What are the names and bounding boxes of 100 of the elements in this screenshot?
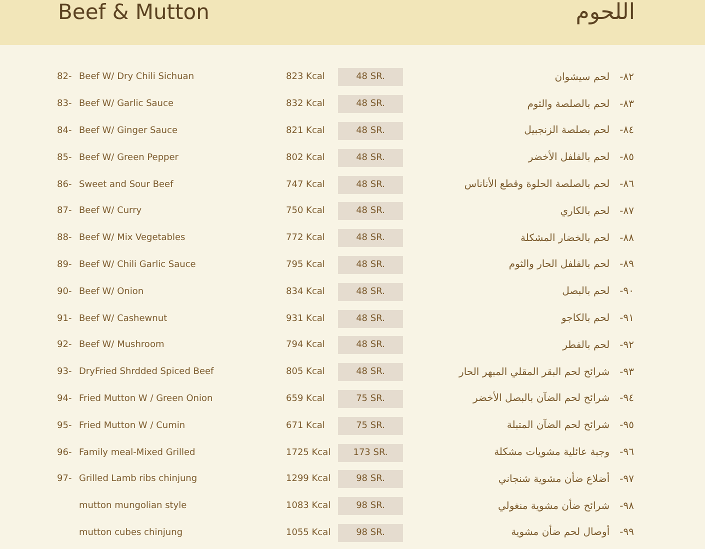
item-number-arabic: -٩٦ bbox=[620, 447, 634, 458]
item-price: 75 SR. bbox=[338, 390, 403, 408]
item-name: Beef W/ Green Pepper bbox=[79, 152, 180, 163]
item-number-arabic: -٨٢ bbox=[620, 72, 634, 83]
item-name: Beef W/ Dry Chili Sichuan bbox=[79, 72, 196, 82]
item-number: 84- bbox=[57, 126, 73, 136]
item-price: 75 SR. bbox=[338, 416, 403, 435]
item-number: 87- bbox=[57, 206, 73, 216]
item-number: 85- bbox=[57, 152, 73, 163]
item-name: Grilled Lamb ribs chinjung bbox=[79, 474, 198, 484]
item-number-arabic: -٩٨ bbox=[620, 500, 634, 512]
item-calories: 659 Kcal bbox=[286, 394, 326, 404]
item-name: mutton mungolian style bbox=[79, 501, 188, 512]
item-number-arabic: -٨٨ bbox=[620, 232, 634, 244]
item-calories: 1299 Kcal bbox=[286, 474, 332, 484]
item-number: 93- bbox=[57, 367, 73, 378]
item-name: Beef W/ Ginger Sauce bbox=[79, 126, 178, 136]
item-name: Beef W/ Cashewnut bbox=[79, 314, 168, 324]
item-name-arabic: لحم بالفلفل الأخضر bbox=[528, 152, 610, 164]
item-number-arabic: -٩٤ bbox=[620, 393, 634, 404]
item-number-arabic: -٨٤ bbox=[620, 125, 634, 136]
item-calories: 834 Kcal bbox=[286, 286, 326, 297]
item-name: Fried Mutton W / Cumin bbox=[79, 420, 186, 431]
item-calories: 802 Kcal bbox=[286, 152, 326, 163]
item-name: Beef W/ Curry bbox=[79, 206, 143, 216]
item-name-arabic: أضلاع ضأن مشوية شنجاني bbox=[498, 474, 610, 485]
item-number-arabic: -٨٩ bbox=[620, 259, 634, 270]
item-name-arabic: لحم بصلصة الزنجبيل bbox=[524, 125, 610, 136]
item-calories: 1055 Kcal bbox=[286, 528, 332, 538]
item-price: 48 SR. bbox=[338, 336, 403, 354]
item-price: 48 SR. bbox=[338, 282, 403, 301]
item-price: 48 SR. bbox=[338, 256, 403, 274]
item-number-arabic: -٩٧ bbox=[620, 474, 634, 485]
item-number-arabic: -٩٣ bbox=[620, 366, 634, 378]
item-number-arabic: -٩٠ bbox=[620, 286, 634, 298]
item-calories: 772 Kcal bbox=[286, 233, 326, 244]
item-number: 82- bbox=[57, 72, 73, 82]
item-name-arabic: لحم بالصلصة الحلوة وقطع الأناناس bbox=[464, 179, 610, 190]
item-number: 97- bbox=[57, 474, 73, 484]
item-name-arabic: وجبة عائلية مشويات مشكلة bbox=[494, 447, 610, 458]
item-name: Beef W/ Chili Garlic Sauce bbox=[79, 260, 197, 270]
item-name: Beef W/ Mushroom bbox=[79, 340, 166, 350]
item-number-arabic: -٨٣ bbox=[620, 98, 634, 110]
item-price: 48 SR. bbox=[338, 176, 403, 194]
item-name: Sweet and Sour Beef bbox=[79, 180, 174, 190]
item-name-arabic: أوصال لحم ضأن مشوية bbox=[511, 527, 610, 538]
item-number-arabic: -٩٥ bbox=[620, 420, 634, 432]
item-calories: 747 Kcal bbox=[286, 180, 326, 190]
item-calories: 1083 Kcal bbox=[286, 501, 332, 512]
item-name-arabic: لحم بالصلصة والثوم bbox=[527, 98, 610, 110]
item-number: 83- bbox=[57, 99, 73, 110]
item-name: mutton cubes chinjung bbox=[79, 528, 184, 538]
item-number: 91- bbox=[57, 314, 73, 324]
item-price: 48 SR. bbox=[338, 202, 403, 220]
item-number-arabic: -٩٢ bbox=[620, 340, 634, 351]
item-number-arabic: -٨٧ bbox=[620, 206, 634, 217]
item-name-arabic: شرائح لحم البقر المقلي المبهر الحار bbox=[459, 366, 610, 378]
item-number: 86- bbox=[57, 180, 73, 190]
item-calories: 832 Kcal bbox=[286, 99, 326, 110]
item-calories: 671 Kcal bbox=[286, 420, 326, 431]
item-number: 88- bbox=[57, 233, 73, 244]
item-number: 94- bbox=[57, 394, 73, 404]
section-title-arabic: اللحوم bbox=[576, 0, 635, 26]
item-number-arabic: -٨٥ bbox=[620, 152, 634, 164]
item-name-arabic: لحم بالبصل bbox=[562, 286, 610, 298]
item-name-arabic: لحم بالكاري bbox=[560, 206, 610, 217]
item-price: 48 SR. bbox=[338, 310, 403, 328]
item-price: 98 SR. bbox=[338, 497, 403, 516]
section-title: Beef & Mutton bbox=[58, 0, 210, 24]
item-name-arabic: لحم بالكاجو bbox=[562, 313, 610, 324]
item-name-arabic: لحم سيشوان bbox=[554, 72, 610, 83]
item-calories: 821 Kcal bbox=[286, 126, 326, 136]
item-price: 98 SR. bbox=[338, 524, 403, 542]
item-number: 90- bbox=[57, 286, 73, 297]
item-name: Fried Mutton W / Green Onion bbox=[79, 394, 214, 404]
item-name-arabic: لحم بالخضار المشكلة bbox=[520, 232, 610, 244]
item-name: Beef W/ Onion bbox=[79, 286, 145, 297]
item-number: 95- bbox=[57, 420, 73, 431]
item-price: 98 SR. bbox=[338, 470, 403, 488]
item-name-arabic: شرائح ضأن مشوية منغولي bbox=[498, 500, 610, 512]
item-number-arabic: -٩١ bbox=[620, 313, 634, 324]
item-name: Beef W/ Mix Vegetables bbox=[79, 233, 186, 244]
item-calories: 823 Kcal bbox=[286, 72, 326, 82]
item-name-arabic: شرائح لحم الضآن المتبلة bbox=[506, 420, 610, 432]
item-number: 92- bbox=[57, 340, 73, 350]
item-calories: 750 Kcal bbox=[286, 206, 326, 216]
item-number: 89- bbox=[57, 260, 73, 270]
item-price: 48 SR. bbox=[338, 95, 403, 114]
item-calories: 795 Kcal bbox=[286, 260, 326, 270]
item-price: 48 SR. bbox=[338, 363, 403, 382]
item-name-arabic: لحم بالفطر bbox=[562, 340, 610, 351]
item-name-arabic: شرائح لحم الضآن بالبصل الأخضر bbox=[472, 393, 610, 404]
item-price: 48 SR. bbox=[338, 229, 403, 248]
item-number-arabic: -٩٩ bbox=[620, 527, 634, 538]
item-price: 173 SR. bbox=[338, 444, 403, 462]
item-calories: 1725 Kcal bbox=[286, 448, 332, 458]
item-name: Beef W/ Garlic Sauce bbox=[79, 99, 174, 110]
item-name: Family meal-Mixed Grilled bbox=[79, 448, 196, 458]
item-calories: 794 Kcal bbox=[286, 340, 326, 350]
item-number: 96- bbox=[57, 448, 73, 458]
